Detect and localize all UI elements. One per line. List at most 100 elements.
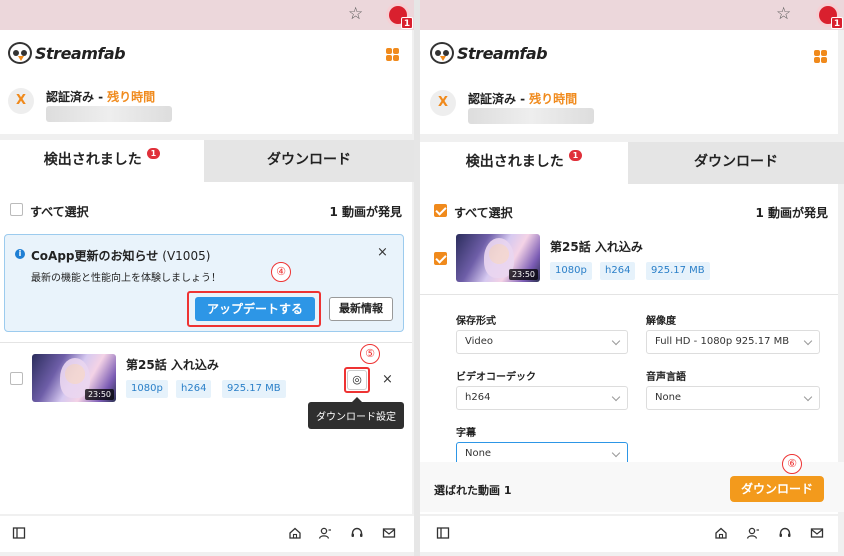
auth-status: 認証済み - 残り時間 — [468, 90, 577, 107]
sidebar-icon[interactable] — [436, 526, 450, 540]
select-all-checkbox[interactable] — [10, 203, 23, 216]
brand-logo: Streamfab — [430, 42, 548, 64]
tab-detected-label: 検出されました — [43, 152, 142, 168]
chevron-down-icon — [803, 336, 813, 346]
notice-close-icon[interactable]: × — [377, 245, 388, 260]
video-duration: 23:50 — [508, 269, 538, 280]
chevron-down-icon — [611, 448, 621, 458]
tab-download[interactable]: ダウンロード — [628, 142, 844, 184]
blurred-account-info — [46, 106, 172, 122]
bookmark-star-icon[interactable]: ☆ — [776, 4, 791, 24]
codec-select[interactable]: h264 — [456, 386, 628, 410]
user-icon[interactable] — [318, 526, 332, 540]
tag-codec: h264 — [600, 262, 636, 280]
mail-icon[interactable] — [382, 526, 396, 540]
download-settings-tooltip: ダウンロード設定 — [308, 397, 404, 429]
mail-icon[interactable] — [810, 526, 824, 540]
extension-popup-right: ☆ 1 Streamfab X 認証済み - 残り時間 検出されました 1 ダウン… — [420, 0, 844, 556]
brand-name: Streamfab — [35, 43, 126, 63]
extension-badge: 1 — [831, 17, 843, 29]
video-duration: 23:50 — [84, 389, 114, 400]
apps-grid-icon[interactable] — [386, 48, 399, 61]
chevron-down-icon — [611, 336, 621, 346]
avatar: X — [430, 90, 456, 116]
chevron-down-icon — [803, 392, 813, 402]
divider — [420, 294, 838, 295]
chevron-down-icon — [611, 392, 621, 402]
apps-grid-icon[interactable] — [814, 50, 827, 63]
select-all-checkbox[interactable] — [434, 204, 447, 217]
tab-download[interactable]: ダウンロード — [204, 140, 414, 182]
header-card: Streamfab X 認証済み - 残り時間 — [420, 30, 838, 134]
home-icon[interactable] — [714, 526, 728, 540]
notice-version: (V1005) — [162, 249, 211, 263]
audio-language-value: None — [655, 392, 682, 403]
tab-detected-badge: 1 — [146, 148, 161, 159]
notice-message: 最新の機能と性能向上を体験しましょう！ — [31, 273, 221, 284]
select-all-label: すべて選択 — [454, 206, 513, 220]
extension-badge: 1 — [401, 17, 413, 29]
auth-status-text: 認証済み - — [468, 92, 526, 106]
avatar: X — [8, 88, 34, 114]
video-title: 第25話 入れ込み — [126, 358, 219, 372]
update-notice: i CoApp更新のお知らせ (V1005) 最新の機能と性能向上を体験しましょう… — [4, 234, 404, 332]
user-icon[interactable] — [746, 526, 760, 540]
select-all-label: すべて選択 — [30, 205, 89, 219]
header-card: Streamfab X 認証済み - 残り時間 — [0, 30, 412, 134]
tab-bar: 検出されました 1 ダウンロード — [420, 142, 844, 184]
headset-icon[interactable] — [350, 526, 364, 540]
brand-name: Streamfab — [457, 43, 548, 63]
news-button[interactable]: 最新情報 — [329, 297, 393, 321]
home-icon[interactable] — [288, 526, 302, 540]
subtitle-label: 字幕 — [456, 428, 476, 439]
sidebar-icon[interactable] — [12, 526, 26, 540]
bookmark-star-icon[interactable]: ☆ — [348, 4, 363, 24]
audio-language-label: 音声言語 — [646, 372, 686, 383]
subtitle-value: None — [465, 448, 492, 459]
video-count: 1 動画が発見 — [329, 205, 402, 219]
extension-popup-left: ☆ 1 Streamfab X 認証済み - 残り時間 検出されました 1 ダウン… — [0, 0, 414, 556]
codec-value: h264 — [465, 392, 491, 403]
notice-title: CoApp更新のお知らせ (V1005) — [31, 247, 210, 264]
download-settings-button[interactable]: ◎ — [347, 370, 367, 390]
streamfab-extension-button[interactable]: 1 — [386, 3, 413, 29]
resolution-value: Full HD - 1080p 925.17 MB — [655, 336, 790, 347]
tab-bar: 検出されました 1 ダウンロード — [0, 140, 414, 182]
update-button[interactable]: アップデートする — [195, 297, 315, 321]
format-label: 保存形式 — [456, 316, 496, 327]
notice-title-text: CoApp更新のお知らせ — [31, 249, 159, 263]
video-checkbox[interactable] — [434, 252, 447, 265]
selected-count: 選ばれた動画 1 — [434, 484, 512, 497]
footer-bar — [0, 516, 414, 552]
tab-detected[interactable]: 検出されました 1 — [0, 140, 204, 182]
video-thumbnail: 23:50 — [456, 234, 540, 282]
audio-language-select[interactable]: None — [646, 386, 820, 410]
browser-toolbar: ☆ 1 — [0, 0, 414, 30]
video-checkbox[interactable] — [10, 372, 23, 385]
resolution-select[interactable]: Full HD - 1080p 925.17 MB — [646, 330, 820, 354]
info-icon: i — [15, 249, 25, 259]
footer-bar — [420, 516, 838, 552]
codec-label: ビデオコーデック — [456, 372, 536, 383]
tag-size: 925.17 MB — [222, 380, 286, 398]
step-five-marker: ⑤ — [360, 344, 380, 364]
video-count: 1 動画が発見 — [755, 206, 828, 220]
tag-size: 925.17 MB — [646, 262, 710, 280]
format-select[interactable]: Video — [456, 330, 628, 354]
streamfab-extension-button[interactable]: 1 — [816, 3, 843, 29]
tab-detected-badge: 1 — [568, 150, 583, 161]
resolution-label: 解像度 — [646, 316, 676, 327]
video-remove-icon[interactable]: × — [382, 372, 393, 387]
video-thumbnail: 23:50 — [32, 354, 116, 402]
divider — [0, 342, 412, 343]
headset-icon[interactable] — [778, 526, 792, 540]
browser-toolbar: ☆ 1 — [420, 0, 844, 30]
tab-detected[interactable]: 検出されました 1 — [420, 142, 628, 184]
owl-logo-icon — [8, 42, 32, 64]
remaining-time-link[interactable]: 残り時間 — [107, 90, 155, 104]
video-title: 第25話 入れ込み — [550, 240, 643, 254]
remaining-time-link[interactable]: 残り時間 — [529, 92, 577, 106]
step-four-marker: ④ — [271, 262, 291, 282]
download-button[interactable]: ダウンロード — [730, 476, 824, 502]
detected-list-panel: すべて選択 1 動画が発見 i CoApp更新のお知らせ (V1005) 最新の機… — [0, 182, 412, 514]
